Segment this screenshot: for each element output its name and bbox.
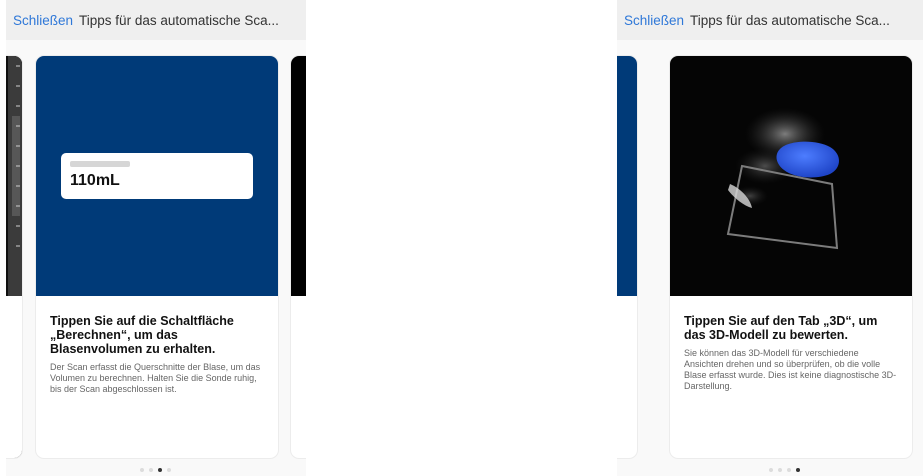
tips-panel-right: Schließen Tipps für das automatische Sca… bbox=[617, 0, 923, 476]
close-button[interactable]: Schließen bbox=[624, 13, 684, 28]
result-label-placeholder bbox=[70, 161, 130, 167]
ultrasound-image-thumbnail bbox=[6, 56, 22, 296]
page-dot[interactable] bbox=[769, 468, 773, 472]
tip-heading: Tippen Sie auf den Tab „3D“, um das 3D-M… bbox=[684, 314, 878, 342]
page-indicator bbox=[140, 468, 171, 472]
page-dot[interactable] bbox=[787, 468, 791, 472]
tips-panel-left: Schließen Tipps für das automatische Sca… bbox=[6, 0, 306, 476]
previous-card-image bbox=[617, 56, 637, 296]
page-dot-active[interactable] bbox=[158, 468, 162, 472]
tip-heading: Tippen Sie auf die Schaltfläche „Berechn… bbox=[50, 314, 234, 356]
volume-result-box: 110mL bbox=[61, 153, 253, 199]
page-title: Tipps für das automatische Sca... bbox=[690, 12, 890, 28]
tip-description: Der Scan erfasst die Querschnitte der Bl… bbox=[50, 362, 261, 394]
page-dot[interactable] bbox=[778, 468, 782, 472]
previous-card[interactable] bbox=[6, 56, 22, 458]
next-card[interactable] bbox=[291, 56, 306, 458]
page-dot[interactable] bbox=[167, 468, 171, 472]
tip-description: Sie können das 3D-Modell für verschieden… bbox=[684, 348, 897, 391]
navigation-bar: Schließen Tipps für das automatische Sca… bbox=[6, 0, 306, 40]
page-indicator bbox=[769, 468, 800, 472]
calculate-illustration: 110mL bbox=[36, 56, 278, 296]
page-dot[interactable] bbox=[140, 468, 144, 472]
page-dot[interactable] bbox=[149, 468, 153, 472]
page-dot-active[interactable] bbox=[796, 468, 800, 472]
navigation-bar: Schließen Tipps für das automatische Sca… bbox=[617, 0, 923, 40]
volume-value: 110mL bbox=[70, 172, 120, 189]
next-card-image bbox=[291, 56, 306, 296]
page-title: Tipps für das automatische Sca... bbox=[79, 12, 279, 28]
bladder-3d-model-image bbox=[670, 56, 912, 296]
tip-card: 110mL Tippen Sie auf die Schaltfläche „B… bbox=[36, 56, 278, 458]
close-button[interactable]: Schließen bbox=[13, 13, 73, 28]
previous-card[interactable] bbox=[617, 56, 637, 458]
tip-card: Tippen Sie auf den Tab „3D“, um das 3D-M… bbox=[670, 56, 912, 458]
